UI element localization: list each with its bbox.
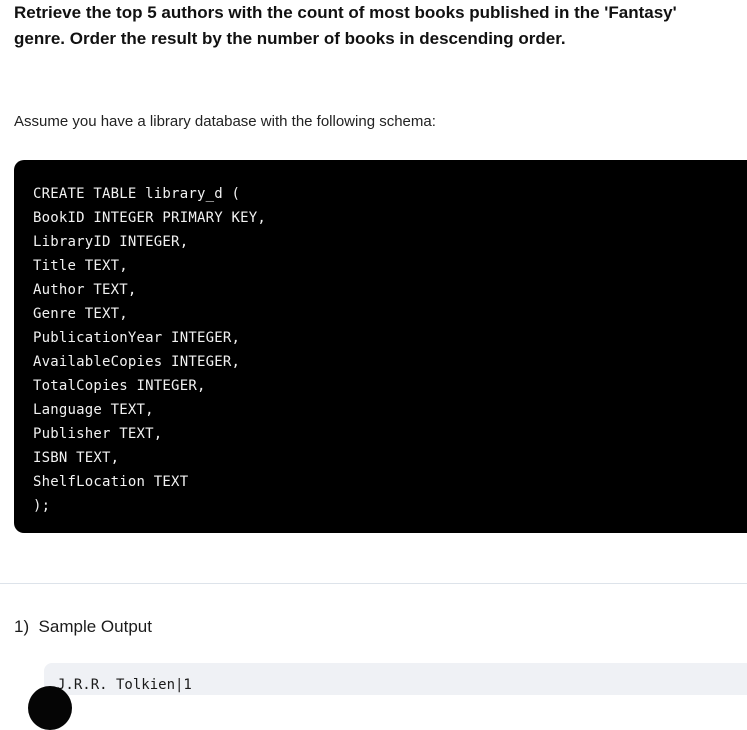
schema-code-block: CREATE TABLE library_d ( BookID INTEGER …: [14, 160, 747, 533]
sample-output-code-block: J.R.R. Tolkien|1: [44, 663, 747, 695]
page-root: Retrieve the top 5 authors with the coun…: [0, 0, 747, 730]
schema-intro-paragraph: Assume you have a library database with …: [14, 113, 436, 130]
sample-output-heading: 1) Sample Output: [14, 617, 152, 636]
page-title: Retrieve the top 5 authors with the coun…: [14, 3, 677, 48]
section-divider: [0, 583, 747, 584]
schema-code-text: CREATE TABLE library_d ( BookID INTEGER …: [33, 186, 266, 514]
avatar: [28, 686, 72, 730]
sample-output-text: J.R.R. Tolkien|1: [57, 677, 192, 693]
